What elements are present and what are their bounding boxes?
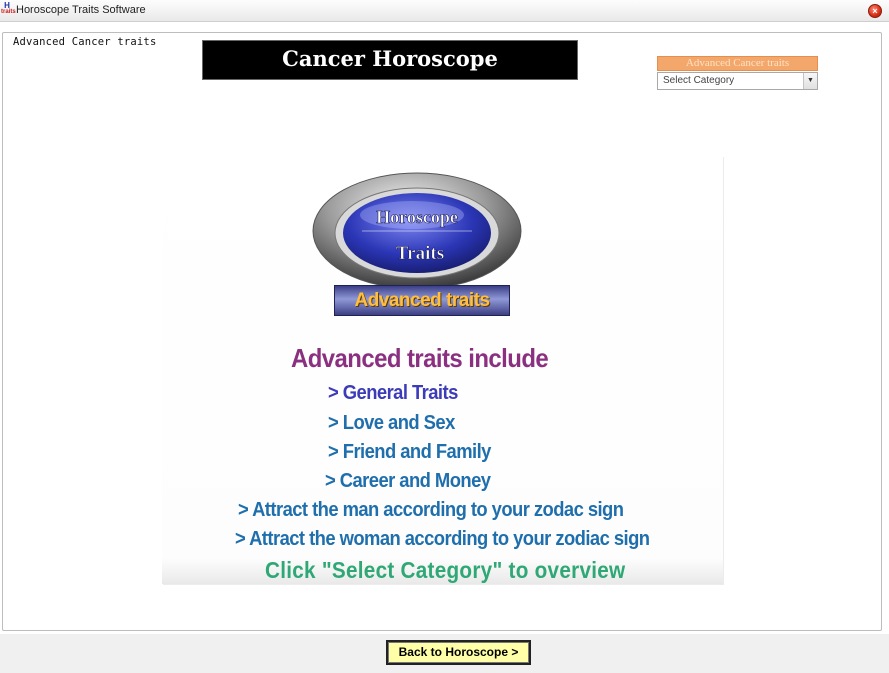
chevron-down-icon[interactable]: ▼ <box>803 73 817 89</box>
trait-attract-man: > Attract the man according to your zoda… <box>238 499 624 521</box>
app-logo-letter: H <box>4 1 10 10</box>
category-dropdown[interactable]: Select Category ▼ <box>657 72 818 90</box>
advanced-traits-banner: Horoscope Traits Advanced traits Advance… <box>162 156 723 584</box>
logo-text-horoscope: Horoscope <box>376 207 458 227</box>
title-bar: H traits Horoscope Traits Software × <box>0 0 889 22</box>
trait-attract-woman: > Attract the woman according to your zo… <box>235 528 650 550</box>
select-category-instruction: Click "Select Category" to overview <box>265 557 626 583</box>
traits-heading: Advanced traits include <box>291 343 549 373</box>
app-logo-subtext: traits <box>1 9 16 15</box>
trait-career-and-money: > Career and Money <box>325 470 491 492</box>
page-title: Cancer Horoscope <box>202 40 578 80</box>
logo-text-traits: Traits <box>396 243 444 264</box>
category-selected-value: Select Category <box>663 75 735 86</box>
window-title: Horoscope Traits Software <box>16 4 146 16</box>
category-panel: Advanced Cancer traits Select Category ▼ <box>657 56 818 93</box>
groupbox-legend: Advanced Cancer traits <box>11 36 159 48</box>
main-content: Advanced Cancer traits Cancer Horoscope … <box>0 22 889 634</box>
category-header: Advanced Cancer traits <box>657 56 818 71</box>
trait-general: > General Traits <box>328 382 458 404</box>
app-logo-icon: H traits <box>1 1 16 19</box>
trait-love-and-sex: > Love and Sex <box>328 412 455 434</box>
close-icon[interactable]: × <box>868 4 882 18</box>
advanced-traits-badge: Advanced traits <box>334 285 510 316</box>
trait-friend-and-family: > Friend and Family <box>328 441 491 463</box>
back-to-horoscope-button[interactable]: Back to Horoscope > <box>386 640 531 665</box>
